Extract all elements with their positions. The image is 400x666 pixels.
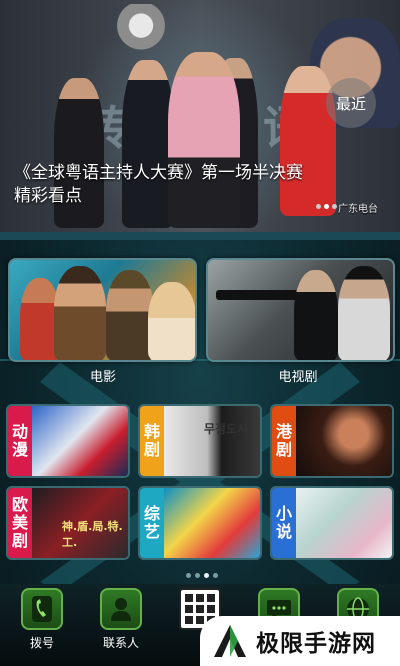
site-logo-icon — [214, 625, 246, 657]
page-dot — [204, 573, 209, 578]
movie-label: 电影 — [89, 370, 116, 385]
category-tag-char: 动 — [11, 422, 28, 441]
trophy-emblem — [112, 4, 170, 52]
category-tag-char: 艺 — [143, 522, 160, 541]
recent-button[interactable]: 最近 — [326, 78, 376, 128]
category-thumbnail: 무정도시 — [164, 406, 260, 476]
category-tag: 小说 — [272, 488, 296, 558]
tv-series-tile[interactable] — [206, 258, 395, 362]
movie-tile[interactable] — [8, 258, 197, 362]
category-tag-char: 港 — [275, 422, 292, 441]
poster-figure — [106, 270, 154, 360]
poster-figure — [294, 270, 338, 360]
category-tag: 综艺 — [140, 488, 164, 558]
contacts-label: 联系人 — [102, 636, 139, 650]
slide-dot — [324, 204, 329, 209]
category-thumbnail — [296, 488, 392, 558]
site-watermark: 极限手游网 — [200, 616, 400, 666]
category-tag-char: 漫 — [11, 440, 28, 459]
category-tag-char: 美 — [11, 513, 28, 532]
category-tag: 港剧 — [272, 406, 296, 476]
phone-icon — [21, 588, 63, 630]
category-tag: 动漫 — [8, 406, 32, 476]
watermark-text: 极限手游网 — [256, 631, 376, 657]
dial-label: 拨号 — [29, 636, 54, 650]
category-variety[interactable]: 综艺 — [138, 486, 262, 560]
phone-screen: 传承 粤语 最近 《全球粤语主持人大赛》第一场半决赛精彩看点 广东电台 电影 电… — [0, 0, 400, 666]
category-tag: 韩剧 — [140, 406, 164, 476]
tv-series-label: 电视剧 — [278, 370, 318, 385]
featured-banner[interactable]: 传承 粤语 最近 《全球粤语主持人大赛》第一场半决赛精彩看点 广东电台 — [0, 0, 400, 232]
thumbnail-title: 무정도시 — [204, 422, 249, 436]
page-dot — [186, 573, 191, 578]
category-tag-char: 小 — [275, 504, 292, 523]
page-indicator — [186, 573, 218, 578]
category-thumbnail — [296, 406, 392, 476]
category-hk-drama[interactable]: 港剧 — [270, 404, 394, 478]
poster-figure — [54, 266, 106, 360]
category-tag-char: 说 — [275, 522, 292, 541]
banner-source: 广东电台 — [338, 204, 378, 215]
category-tag-char: 剧 — [143, 440, 160, 459]
slide-dot — [316, 204, 321, 209]
page-dot — [195, 573, 200, 578]
category-thumbnail — [164, 488, 260, 558]
category-novel[interactable]: 小说 — [270, 486, 394, 560]
category-korean-drama[interactable]: 韩剧 무정도시 — [138, 404, 262, 478]
banner-headline: 《全球粤语主持人大赛》第一场半决赛精彩看点 — [14, 163, 303, 206]
category-thumbnail: 神.盾.局.特.工. — [32, 488, 128, 558]
page-dot — [213, 573, 218, 578]
category-tag-char: 综 — [143, 504, 160, 523]
contacts-button[interactable]: 联系人 — [92, 588, 150, 651]
poster-figure — [216, 290, 306, 300]
slide-dot — [332, 204, 337, 209]
category-tag-char: 剧 — [11, 531, 28, 550]
poster-figure — [148, 282, 195, 360]
category-western-drama[interactable]: 欧美剧 神.盾.局.特.工. — [6, 486, 130, 560]
category-tag: 欧美剧 — [8, 488, 32, 558]
thumbnail-title: 神.盾.局.特.工. — [62, 520, 123, 549]
person-icon — [100, 588, 142, 630]
category-tag-char: 欧 — [11, 495, 28, 514]
poster-figure — [338, 266, 390, 360]
banner-slide-dots — [316, 204, 337, 209]
category-tag-char: 韩 — [143, 422, 160, 441]
category-anime[interactable]: 动漫 — [6, 404, 130, 478]
dial-button[interactable]: 拨号 — [13, 588, 71, 651]
category-tag-char: 剧 — [275, 440, 292, 459]
category-thumbnail — [32, 406, 128, 476]
